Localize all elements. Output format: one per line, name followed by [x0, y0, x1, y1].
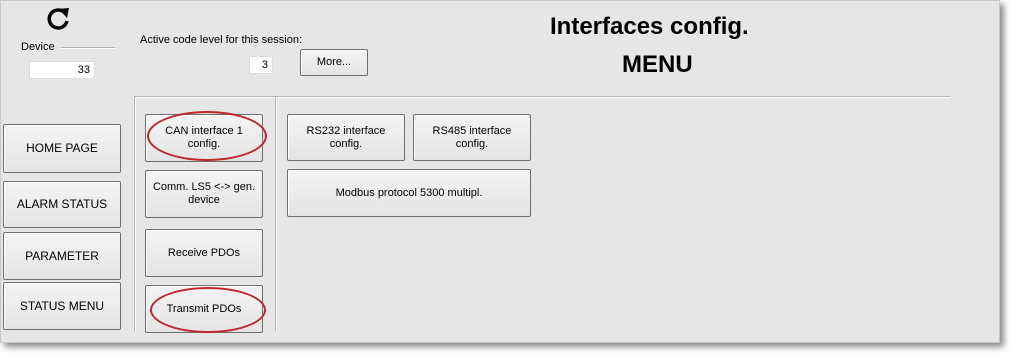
main-panel: Device 33 Active code level for this ses… [0, 0, 1000, 343]
rs232-interface-button[interactable]: RS232 interface config. [287, 114, 405, 161]
refresh-icon[interactable] [43, 4, 73, 34]
more-button[interactable]: More... [300, 49, 368, 76]
nav-divider [134, 97, 135, 331]
page-title: Interfaces config. [550, 13, 749, 40]
modbus-protocol-button[interactable]: Modbus protocol 5300 multipl. [287, 169, 531, 217]
page-subtitle: MENU [622, 51, 693, 78]
rs485-interface-button[interactable]: RS485 interface config. [413, 114, 531, 161]
home-page-button[interactable]: HOME PAGE [3, 124, 121, 173]
alarm-status-button[interactable]: ALARM STATUS [3, 181, 121, 228]
comm-ls5-button[interactable]: Comm. LS5 <-> gen. device [145, 170, 263, 218]
transmit-pdos-button[interactable]: Transmit PDOs [145, 285, 263, 333]
code-level-value-field[interactable]: 3 [249, 56, 273, 74]
parameter-button[interactable]: PARAMETER [3, 232, 121, 280]
can-interface-1-button[interactable]: CAN interface 1 config. [145, 114, 263, 162]
device-value-field[interactable]: 33 [29, 61, 95, 79]
menu-divider [275, 97, 276, 331]
device-divider [61, 47, 115, 48]
header-divider [134, 96, 951, 97]
status-menu-button[interactable]: STATUS MENU [3, 282, 121, 330]
device-label: Device [21, 41, 55, 53]
code-level-label: Active code level for this session: [140, 34, 303, 46]
receive-pdos-button[interactable]: Receive PDOs [145, 229, 263, 277]
